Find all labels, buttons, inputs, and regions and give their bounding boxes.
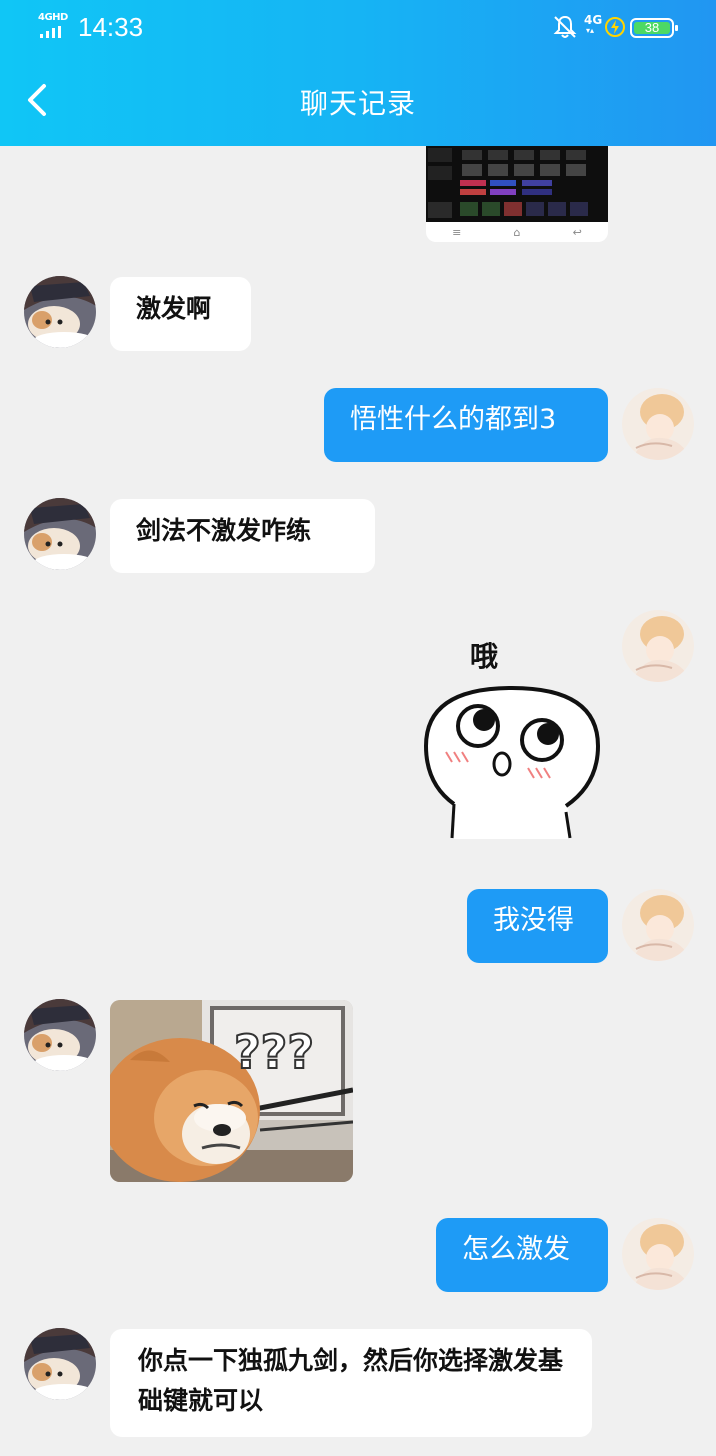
status-bar: 4GHD 14:33 4G ▾▴ 38 — [0, 0, 716, 56]
chat-history[interactable]: ≡ ⌂ ↩ 激发啊 悟性什么的都到3 剑法不激发咋练 哦 我没得 ??? 怎么激… — [0, 146, 716, 1456]
message-bubble-right[interactable]: 悟性什么的都到3 — [324, 388, 608, 462]
network-type: 4GHD — [38, 12, 68, 23]
message-bubble-right[interactable]: 我没得 — [467, 889, 608, 963]
mute-bell-icon — [553, 15, 577, 38]
charging-icon — [605, 17, 625, 37]
avatar-self[interactable] — [622, 388, 694, 460]
battery-level: 38 — [634, 21, 670, 34]
avatar-self[interactable] — [622, 1218, 694, 1290]
game-screenshot-image[interactable]: ≡ ⌂ ↩ — [426, 146, 608, 242]
dog-meme-image[interactable]: ??? — [110, 1000, 353, 1182]
message-bubble-left[interactable]: 你点一下独孤九剑，然后你选择激发基础键就可以 — [110, 1329, 592, 1437]
signal-icon: 4GHD — [38, 12, 72, 40]
avatar-cat[interactable] — [24, 498, 96, 570]
page-title: 聊天记录 — [299, 87, 416, 120]
battery-icon: 38 — [630, 18, 678, 38]
meme-caption: ??? — [234, 1025, 314, 1079]
sticker-caption: 哦 — [470, 640, 498, 673]
header-bar: 4GHD 14:33 4G ▾▴ 38 聊天记录 — [0, 0, 716, 146]
avatar-cat[interactable] — [24, 999, 96, 1071]
message-bubble-left[interactable]: 激发啊 — [110, 277, 251, 351]
message-bubble-right[interactable]: 怎么激发 — [436, 1218, 608, 1292]
avatar-self[interactable] — [622, 610, 694, 682]
avatar-cat[interactable] — [24, 1328, 96, 1400]
avatar-self[interactable] — [622, 889, 694, 961]
status-time: 14:33 — [78, 12, 144, 42]
network-type-right: 4G — [584, 13, 603, 27]
network-4g-indicator: 4G ▾▴ — [584, 13, 603, 35]
avatar-cat[interactable] — [24, 276, 96, 348]
sticker-oh[interactable]: 哦 — [423, 634, 601, 840]
message-bubble-left[interactable]: 剑法不激发咋练 — [110, 499, 375, 573]
